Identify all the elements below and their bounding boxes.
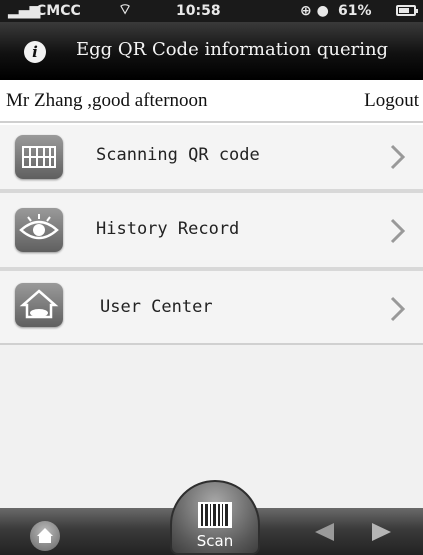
menu-item-label: History Record: [96, 219, 240, 239]
info-icon[interactable]: i: [24, 41, 46, 63]
greeting-text: Mr Zhang ,good afternoon: [6, 90, 208, 111]
chevron-right-icon: [390, 218, 406, 244]
battery-icon: [396, 5, 418, 16]
home-icon[interactable]: [30, 521, 60, 551]
barcode-scanner-icon: [15, 135, 63, 179]
menu-item-scanning-qr-code[interactable]: Scanning QR code: [0, 125, 423, 189]
title-bar: i Egg QR Code information quering: [0, 22, 423, 80]
page-title: Egg QR Code information quering: [76, 39, 389, 60]
menu-item-history-record[interactable]: History Record: [0, 193, 423, 267]
battery-percent: 61%: [338, 3, 372, 19]
status-bar: ▂▄▆ CMCC ⌔ 10:58 ⊕ ● 61%: [0, 0, 423, 22]
menu-item-label: Scanning QR code: [96, 145, 260, 165]
menu-item-user-center[interactable]: User Center: [0, 271, 423, 343]
lock-rotation-icon: ⊕ ●: [300, 3, 329, 19]
status-time: 10:58: [176, 3, 221, 19]
forward-arrow-icon[interactable]: [370, 521, 394, 543]
scan-button[interactable]: Scan: [170, 480, 260, 555]
carrier-name: CMCC: [36, 3, 81, 19]
chevron-right-icon: [390, 144, 406, 170]
house-icon: [15, 283, 63, 327]
logout-link[interactable]: Logout: [364, 90, 419, 112]
barcode-icon: [198, 502, 232, 528]
menu-item-label: User Center: [100, 297, 213, 317]
chevron-right-icon: [390, 296, 406, 322]
eye-icon: [15, 208, 63, 252]
back-arrow-icon[interactable]: [312, 521, 336, 543]
scan-label: Scan: [196, 532, 234, 550]
divider: [0, 121, 423, 123]
wifi-icon: ⌔: [118, 0, 133, 18]
